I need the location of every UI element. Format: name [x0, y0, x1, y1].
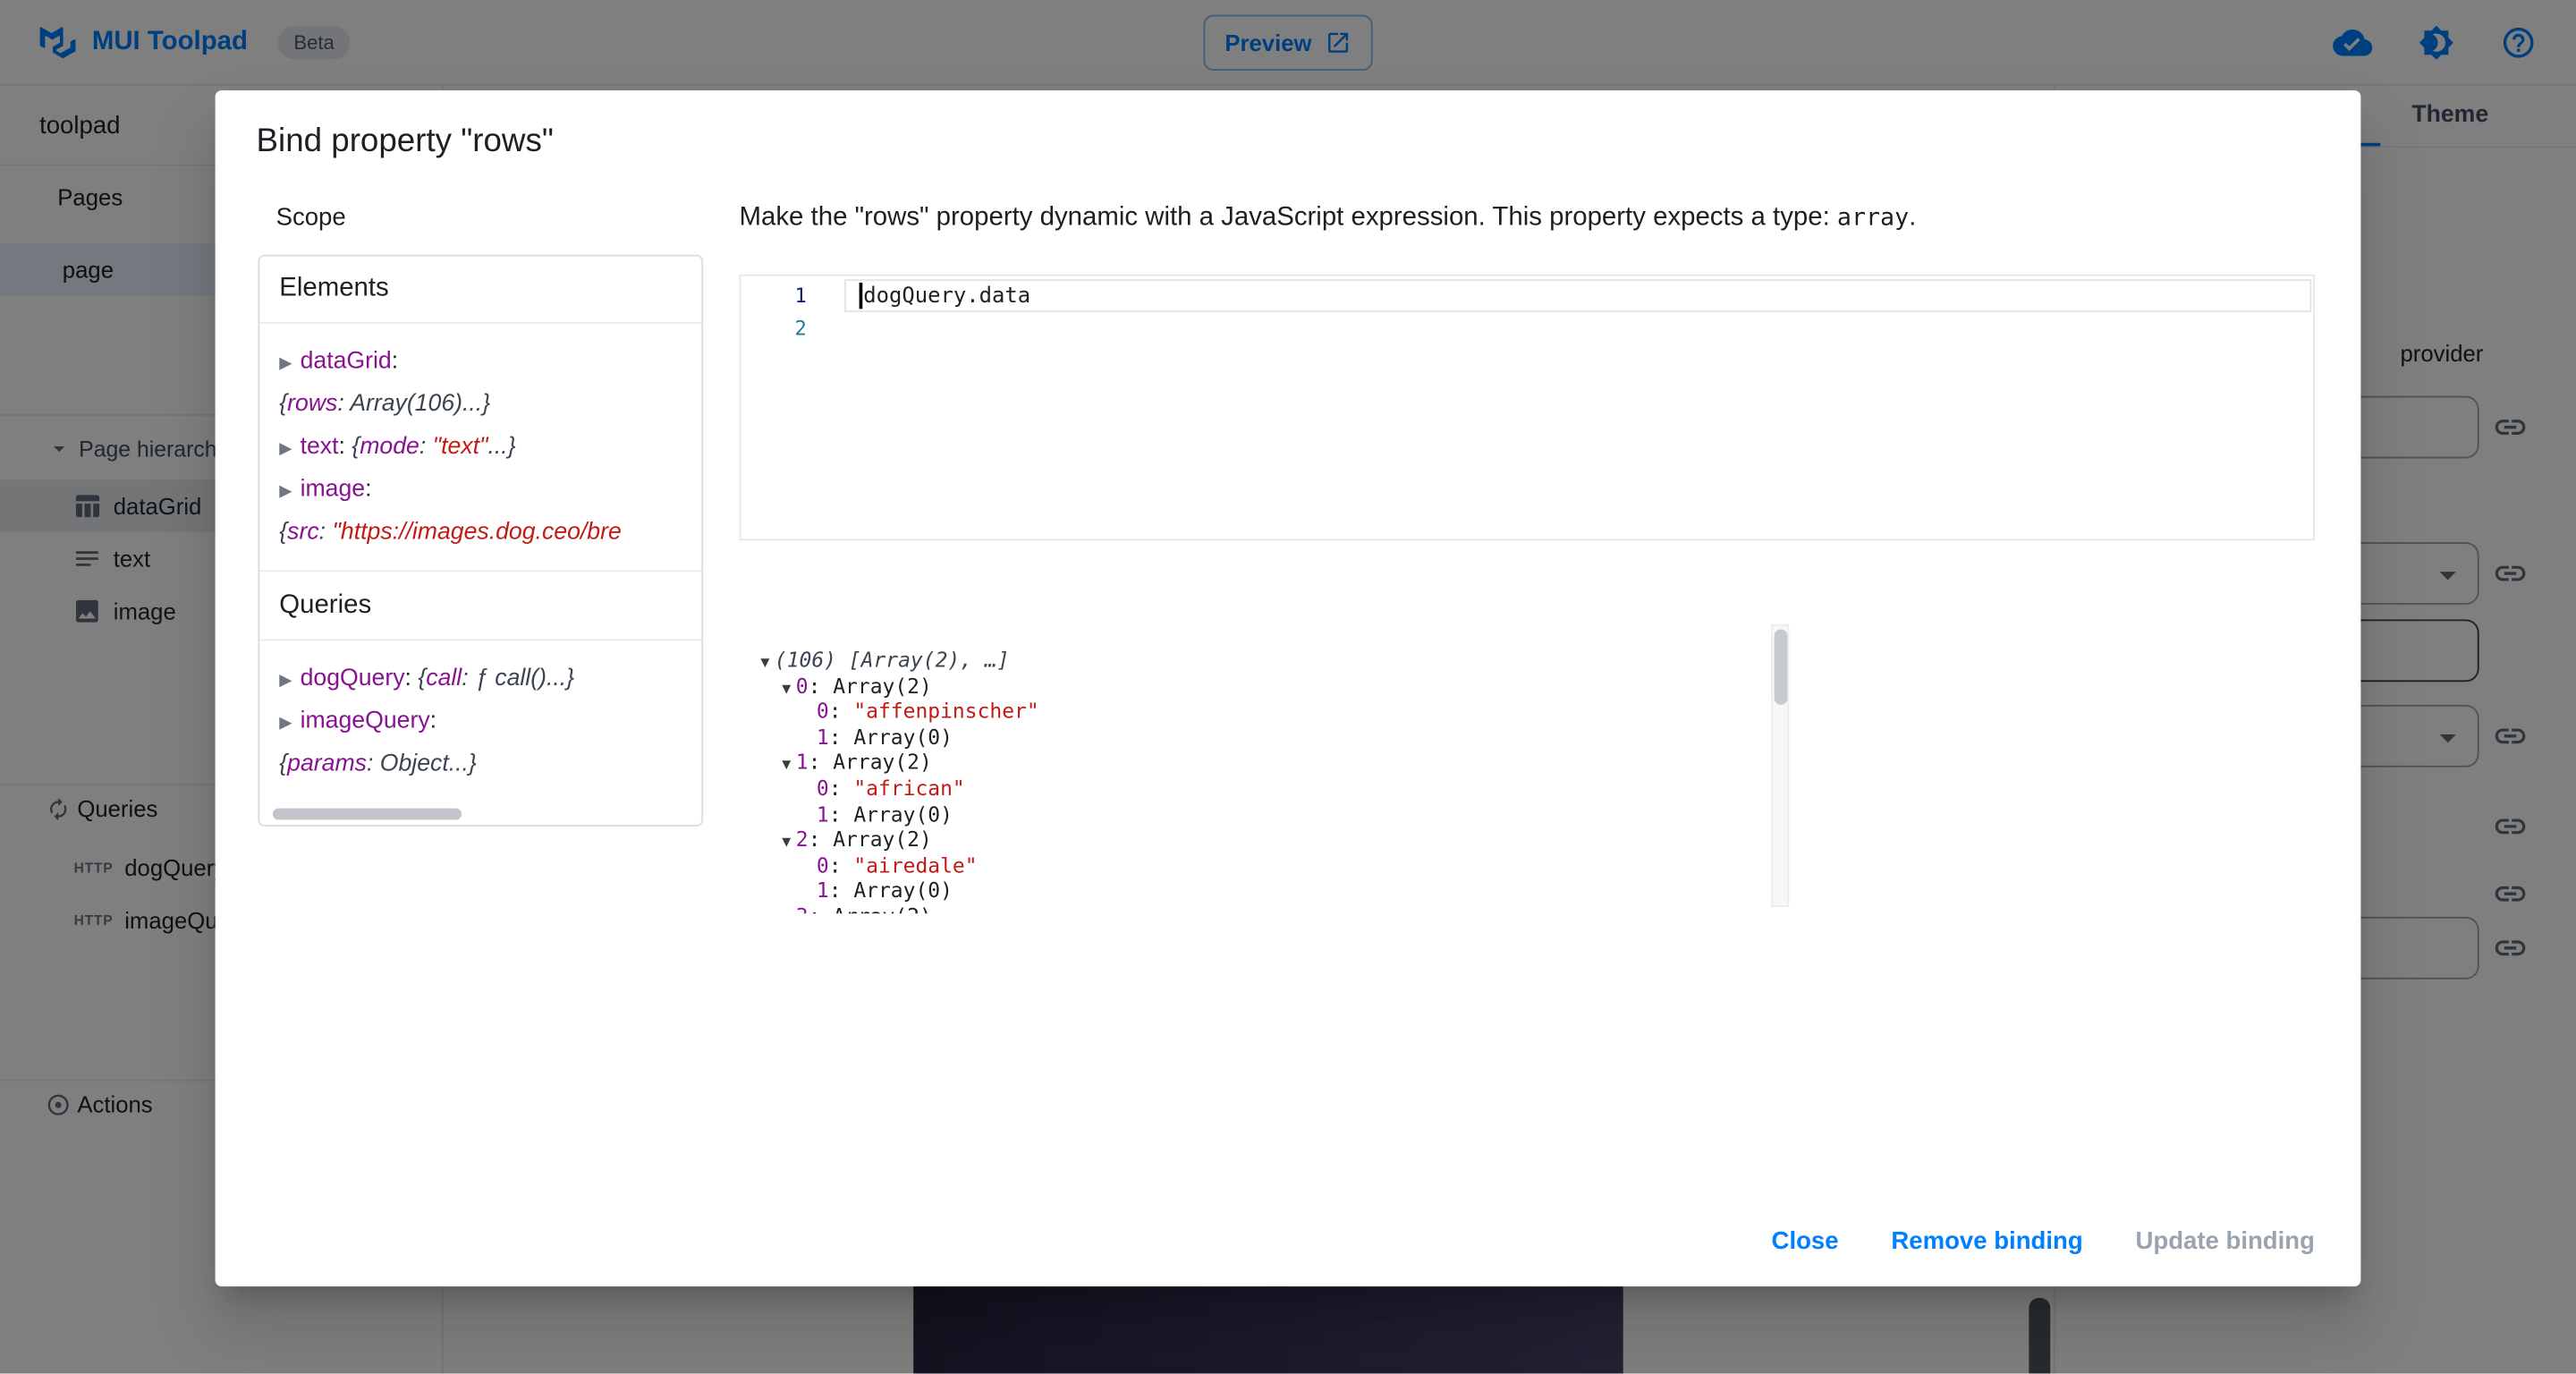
scope-label: Scope — [276, 204, 346, 232]
result-row: 0: "african" — [740, 776, 2315, 802]
text-cursor — [860, 283, 862, 309]
editor-line[interactable]: 2 — [741, 312, 2313, 345]
expression-code-editor[interactable]: 1 dogQuery.data 2 — [740, 275, 2315, 541]
result-row: 1: Array(0) — [740, 878, 2315, 903]
update-binding-button: Update binding — [2123, 1216, 2328, 1267]
horizontal-scrollbar[interactable] — [263, 807, 699, 822]
result-row[interactable]: ▼0: Array(2) — [740, 673, 2315, 699]
remove-binding-button[interactable]: Remove binding — [1878, 1216, 2097, 1267]
scope-node-image[interactable]: ▶image: {src: "https://images.dog.ceo/br… — [279, 468, 682, 554]
scope-node-dogquery[interactable]: ▶dogQuery: {call: ƒ call()...} — [279, 657, 682, 700]
dialog-actions: Close Remove binding Update binding — [1758, 1216, 2328, 1267]
line-number: 1 — [741, 284, 844, 308]
result-row: 0: "airedale" — [740, 852, 2315, 878]
close-button[interactable]: Close — [1758, 1216, 1852, 1267]
editor-code-line[interactable] — [844, 312, 2313, 345]
result-row: 0: "affenpinscher" — [740, 699, 2315, 725]
result-row: 1: Array(0) — [740, 725, 2315, 751]
vertical-scrollbar-thumb[interactable] — [1775, 629, 1788, 704]
bind-property-dialog: Bind property "rows" Scope Elements ▶dat… — [216, 90, 2361, 1286]
scope-node-datagrid[interactable]: ▶dataGrid: {rows: Array(106)...} — [279, 340, 682, 426]
dialog-instruction: Make the "rows" property dynamic with a … — [740, 204, 1917, 233]
result-row[interactable]: ▼(106) [Array(2), …] — [740, 648, 2315, 674]
result-row: 1: Array(0) — [740, 802, 2315, 827]
app-root: MUI Toolpad Beta Preview toolpad Pages p… — [0, 0, 2576, 1374]
instruction-period: . — [1909, 204, 1916, 232]
result-row[interactable]: ▼2: Array(2) — [740, 827, 2315, 852]
horizontal-scrollbar-thumb[interactable] — [273, 809, 462, 820]
dialog-title: Bind property "rows" — [257, 123, 554, 161]
scope-queries-header: Queries — [259, 570, 701, 640]
result-row[interactable]: ▼3: Array(2) — [740, 903, 2315, 913]
editor-line[interactable]: 1 dogQuery.data — [741, 279, 2313, 312]
scope-queries-tree: ▶dogQuery: {call: ƒ call()...} ▶imageQue… — [259, 640, 701, 802]
vertical-scrollbar[interactable] — [1771, 624, 1789, 907]
scope-node-text[interactable]: ▶text: {mode: "text"...} — [279, 426, 682, 469]
scope-elements-header: Elements — [259, 257, 701, 324]
editor-code-line[interactable]: dogQuery.data — [844, 279, 2311, 312]
code-text: dogQuery.data — [863, 284, 1030, 309]
line-number: 2 — [741, 317, 844, 340]
scope-node-imagequery[interactable]: ▶imageQuery: {params: Object...} — [279, 700, 682, 785]
scope-panel: Elements ▶dataGrid: {rows: Array(106)...… — [258, 255, 703, 827]
expression-result-viewer: ▼(106) [Array(2), …] ▼0: Array(2) 0: "af… — [740, 624, 2315, 913]
scope-elements-tree: ▶dataGrid: {rows: Array(106)...} ▶text: … — [259, 324, 701, 571]
result-row[interactable]: ▼1: Array(2) — [740, 750, 2315, 776]
instruction-text: Make the "rows" property dynamic with a … — [740, 204, 1837, 232]
expected-type: array — [1837, 206, 1909, 232]
